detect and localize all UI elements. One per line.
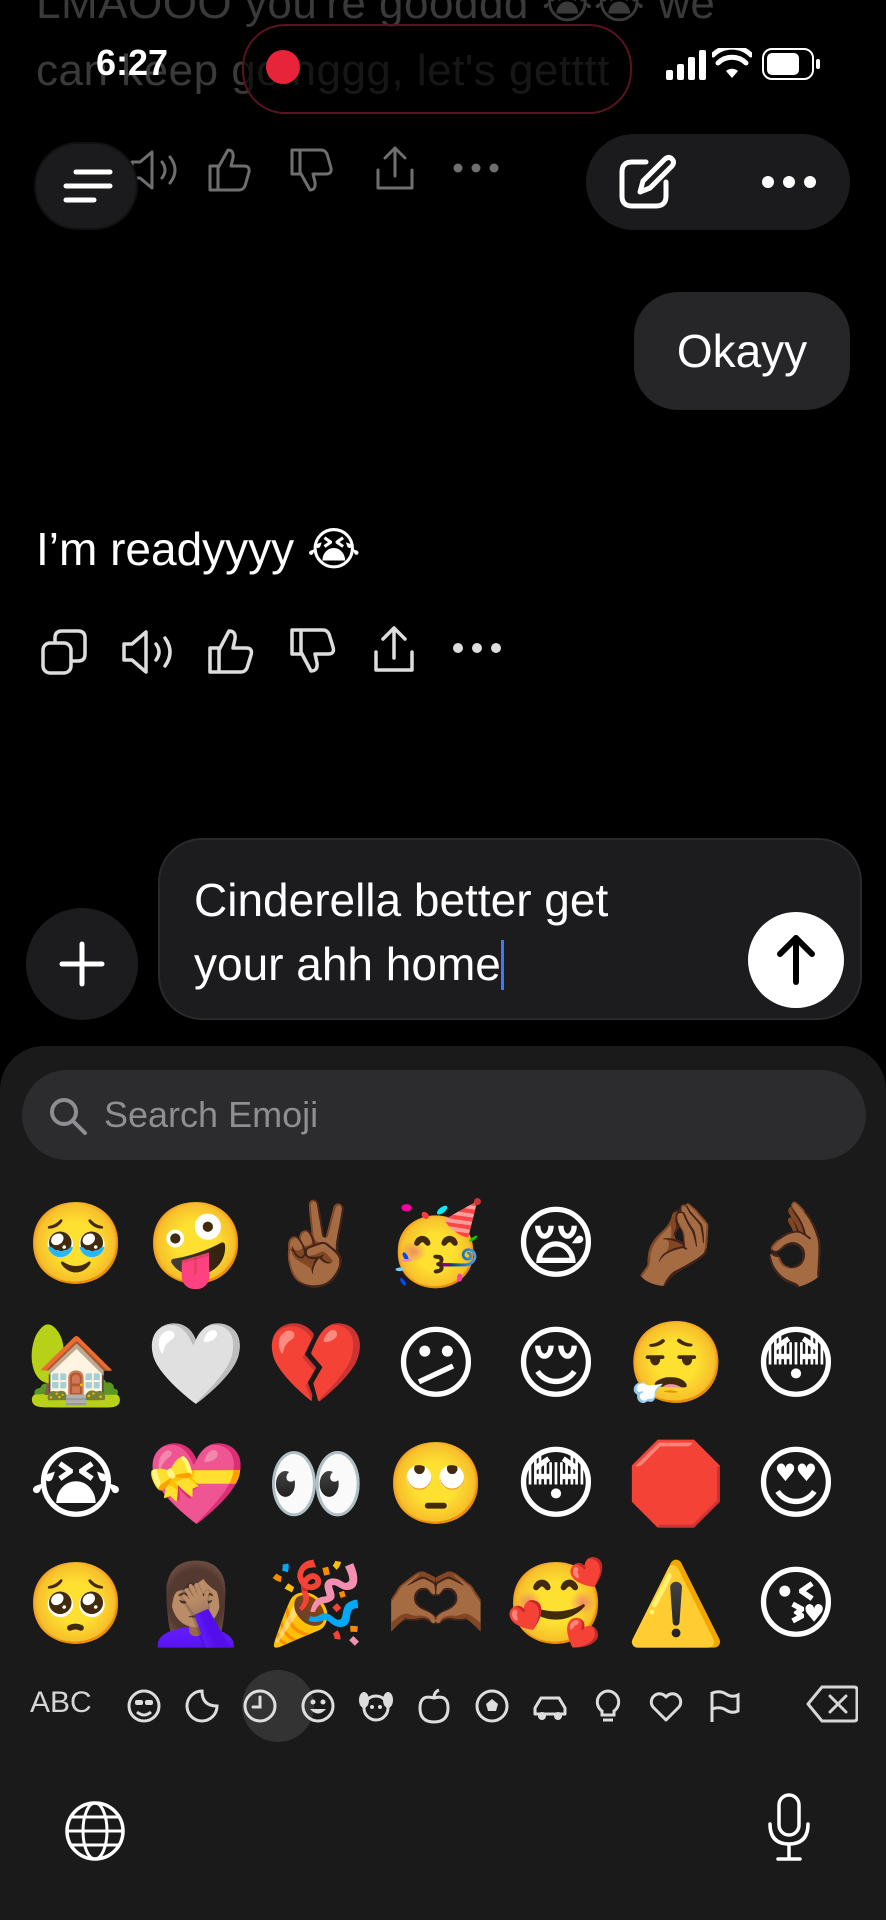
abc-key[interactable]: ABC bbox=[30, 1686, 92, 1720]
emoji-key[interactable]: 🥺 bbox=[26, 1554, 126, 1654]
emoji-key[interactable]: 😮‍💨 bbox=[626, 1314, 726, 1414]
plus-icon bbox=[59, 941, 105, 987]
emoji-key[interactable]: 🤍 bbox=[146, 1314, 246, 1414]
smiley-icon[interactable] bbox=[300, 1688, 336, 1724]
more-icon bbox=[453, 163, 499, 173]
recording-indicator bbox=[242, 24, 632, 114]
emoji-key[interactable]: 😳 bbox=[506, 1434, 606, 1534]
add-attachment-button[interactable] bbox=[26, 908, 138, 1020]
user-message-text: Okayy bbox=[676, 325, 808, 377]
record-dot-icon bbox=[266, 50, 300, 84]
animals-icon[interactable] bbox=[358, 1688, 394, 1724]
emoji-key[interactable]: 😍 bbox=[746, 1434, 846, 1534]
backspace-icon[interactable] bbox=[806, 1684, 858, 1724]
send-button[interactable] bbox=[748, 912, 844, 1008]
assistant-message: I’m readyyyy 😭 bbox=[36, 523, 361, 575]
emoji-key[interactable]: 🤌🏾 bbox=[626, 1194, 726, 1294]
ellipsis-icon[interactable] bbox=[760, 174, 818, 190]
user-message-bubble: Okayy bbox=[634, 292, 850, 410]
flags-icon[interactable] bbox=[706, 1688, 742, 1724]
recent-icon[interactable] bbox=[242, 1688, 278, 1724]
emoji-key[interactable]: 🥰 bbox=[506, 1554, 606, 1654]
hamburger-icon bbox=[63, 169, 113, 203]
emoji-search-placeholder: Search Emoji bbox=[104, 1094, 319, 1135]
symbols-icon[interactable] bbox=[648, 1688, 684, 1724]
wifi-icon bbox=[712, 48, 752, 78]
text-caret bbox=[500, 940, 504, 990]
signal-icon bbox=[666, 50, 706, 80]
input-line-1: Cinderella better get bbox=[194, 874, 609, 926]
thumbs-up-icon[interactable] bbox=[206, 626, 256, 676]
emoji-key[interactable]: 😌 bbox=[506, 1314, 606, 1414]
search-icon bbox=[50, 1098, 87, 1135]
battery-icon bbox=[762, 48, 820, 80]
emoji-key[interactable]: 🛑 bbox=[626, 1434, 726, 1534]
copy-icon[interactable] bbox=[40, 628, 88, 676]
emoji-key[interactable]: 🙄 bbox=[386, 1434, 486, 1534]
share-icon bbox=[376, 146, 414, 190]
globe-icon[interactable] bbox=[64, 1800, 126, 1862]
objects-icon[interactable] bbox=[590, 1688, 626, 1724]
travel-icon[interactable] bbox=[532, 1688, 568, 1724]
thumbs-down-icon[interactable] bbox=[288, 626, 338, 676]
emoji-key[interactable]: 🫶🏾 bbox=[386, 1554, 486, 1654]
emoji-key[interactable]: 😪 bbox=[506, 1194, 606, 1294]
food-icon[interactable] bbox=[416, 1688, 452, 1724]
emoji-key[interactable]: ✌🏾 bbox=[266, 1194, 366, 1294]
message-input-text[interactable]: Cinderella better get your ahh home bbox=[194, 868, 714, 996]
emoji-key[interactable]: ⚠️ bbox=[626, 1554, 726, 1654]
emoji-key[interactable]: 👌🏾 bbox=[746, 1194, 846, 1294]
compose-icon[interactable] bbox=[616, 154, 676, 212]
share-icon[interactable] bbox=[370, 624, 418, 674]
emoji-key[interactable]: 🥹 bbox=[26, 1194, 126, 1294]
smileys-icon[interactable] bbox=[126, 1688, 162, 1724]
emoji-key[interactable]: 😳 bbox=[746, 1314, 846, 1414]
microphone-icon[interactable] bbox=[764, 1792, 814, 1864]
stickers-icon[interactable] bbox=[184, 1688, 220, 1724]
emoji-key[interactable]: 😘 bbox=[746, 1554, 846, 1654]
header-actions bbox=[586, 134, 850, 230]
menu-button[interactable] bbox=[36, 144, 136, 228]
thumbs-up-icon bbox=[208, 148, 251, 192]
emoji-key[interactable]: 🥳 bbox=[386, 1194, 486, 1294]
status-time: 6:27 bbox=[96, 42, 169, 83]
emoji-key[interactable]: 😕 bbox=[386, 1314, 486, 1414]
emoji-key[interactable]: 💔 bbox=[266, 1314, 366, 1414]
emoji-key[interactable]: 🏡 bbox=[26, 1314, 126, 1414]
arrow-up-icon bbox=[777, 935, 815, 985]
input-line-2: your ahh home bbox=[194, 938, 501, 990]
thumbs-down-icon bbox=[290, 148, 333, 192]
emoji-key[interactable]: 🤦🏽‍♀️ bbox=[146, 1554, 246, 1654]
emoji-key[interactable]: 😭 bbox=[26, 1434, 126, 1534]
emoji-key[interactable]: 💝 bbox=[146, 1434, 246, 1534]
emoji-key[interactable]: 🎉 bbox=[266, 1554, 366, 1654]
sports-icon[interactable] bbox=[474, 1688, 510, 1724]
speaker-icon[interactable] bbox=[118, 628, 178, 676]
emoji-key[interactable]: 🤪 bbox=[146, 1194, 246, 1294]
emoji-key[interactable]: 👀 bbox=[266, 1434, 366, 1534]
more-icon[interactable] bbox=[452, 642, 502, 654]
